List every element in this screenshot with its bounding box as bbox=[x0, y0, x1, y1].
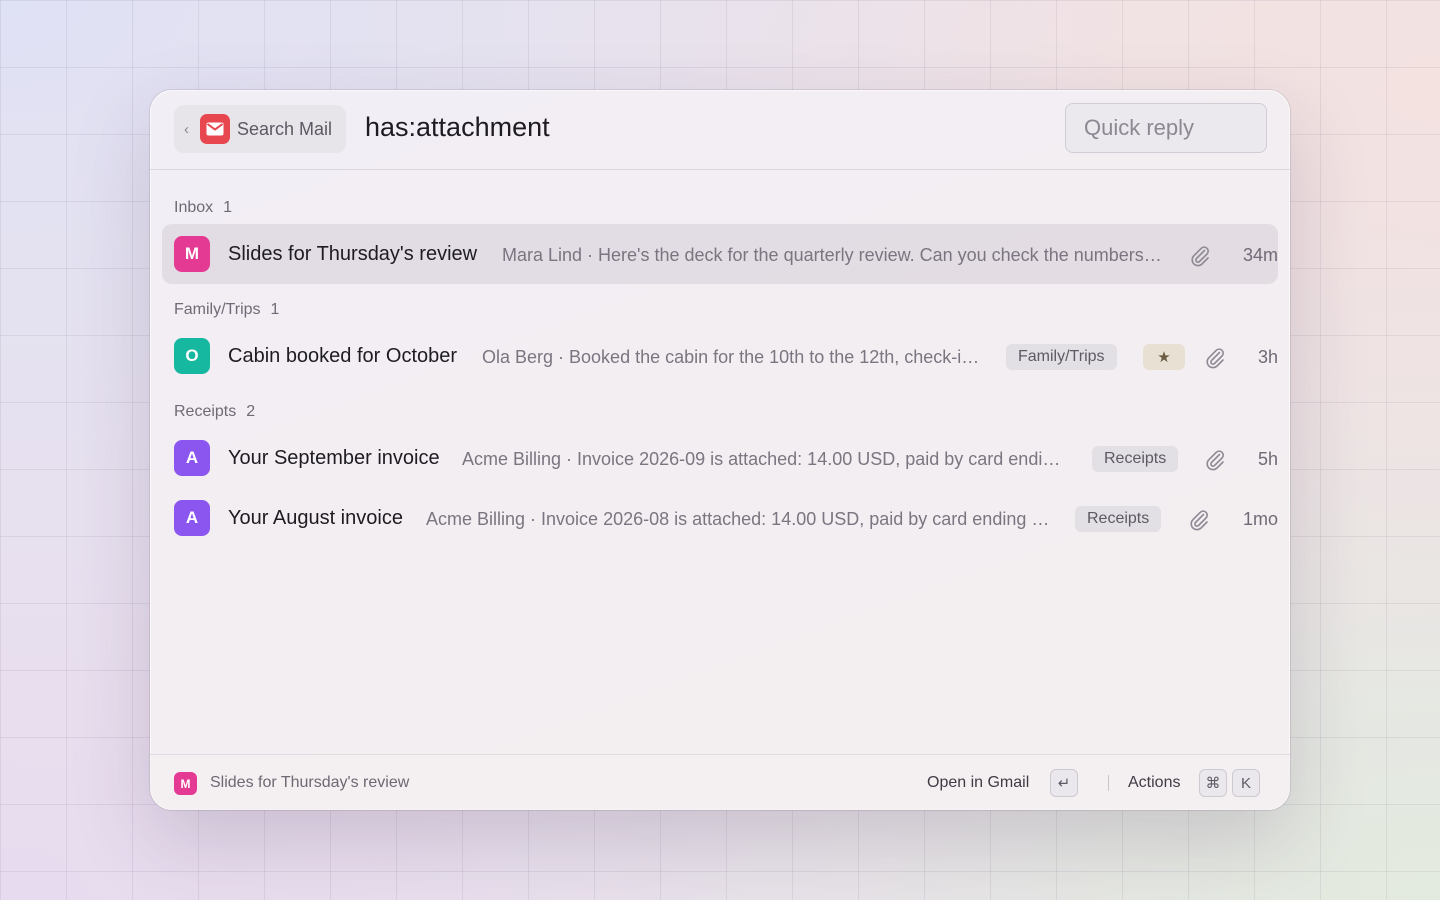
avatar: M bbox=[174, 236, 210, 272]
email-time: 1mo bbox=[1242, 509, 1278, 529]
email-preview: Acme Billing · Invoice 2026-09 is attach… bbox=[462, 449, 1066, 469]
section-header-family-trips: Family/Trips 1 bbox=[174, 301, 279, 319]
section-count: 1 bbox=[270, 301, 280, 318]
extension-back-button[interactable]: ‹ Search Mail bbox=[174, 105, 346, 153]
list-item[interactable]: A Your September invoice Acme Billing · … bbox=[162, 428, 1278, 488]
email-time: 34m bbox=[1242, 245, 1278, 265]
gmail-envelope-icon bbox=[200, 114, 230, 144]
label-tag: Receipts bbox=[1075, 506, 1162, 532]
section-title: Inbox bbox=[174, 199, 214, 216]
email-time: 3h bbox=[1257, 347, 1278, 367]
action-bar: M Slides for Thursday's review Open in G… bbox=[150, 754, 1290, 810]
label-tag: Receipts bbox=[1092, 446, 1179, 472]
command-key-icon: ⌘ bbox=[1199, 769, 1227, 797]
paperclip-icon bbox=[1206, 348, 1224, 369]
email-preview: Ola Berg · Booked the cabin for the 10th… bbox=[482, 347, 984, 367]
quick-reply-input[interactable]: Quick reply bbox=[1065, 103, 1267, 153]
avatar: A bbox=[174, 500, 210, 536]
open-in-gmail-button[interactable]: Open in Gmail bbox=[927, 774, 1029, 792]
email-preview: Mara Lind · Here's the deck for the quar… bbox=[502, 245, 1162, 265]
raycast-window: ‹ Search Mail has:attachment Quick reply… bbox=[150, 90, 1290, 810]
label-tag: Family/Trips bbox=[1006, 344, 1117, 370]
actions-button[interactable]: Actions bbox=[1128, 774, 1180, 792]
search-input[interactable]: has:attachment bbox=[365, 112, 550, 143]
section-count: 2 bbox=[246, 403, 256, 420]
email-subject: Your August invoice bbox=[228, 507, 403, 529]
paperclip-icon bbox=[1206, 450, 1224, 471]
star-icon: ★ bbox=[1143, 344, 1185, 370]
chevron-left-icon[interactable]: ‹ bbox=[184, 121, 198, 138]
k-key-icon: K bbox=[1232, 769, 1260, 797]
search-header: ‹ Search Mail has:attachment Quick reply bbox=[150, 90, 1290, 170]
section-header-receipts: Receipts 2 bbox=[174, 403, 255, 421]
email-subject: Cabin booked for October bbox=[228, 345, 458, 367]
divider bbox=[1108, 775, 1109, 791]
avatar: O bbox=[174, 338, 210, 374]
email-preview: Acme Billing · Invoice 2026-08 is attach… bbox=[426, 509, 1056, 529]
email-subject: Slides for Thursday's review bbox=[228, 243, 478, 265]
section-title: Family/Trips bbox=[174, 301, 261, 318]
list-item[interactable]: O Cabin booked for October Ola Berg · Bo… bbox=[162, 326, 1278, 386]
list-item[interactable]: M Slides for Thursday's review Mara Lind… bbox=[162, 224, 1278, 284]
paperclip-icon bbox=[1190, 510, 1208, 531]
section-header-inbox: Inbox 1 bbox=[174, 199, 232, 217]
email-subject: Your September invoice bbox=[228, 447, 440, 469]
avatar: M bbox=[174, 772, 197, 795]
section-title: Receipts bbox=[174, 403, 237, 420]
extension-label: Search Mail bbox=[237, 118, 333, 139]
return-key-icon: ↵ bbox=[1050, 769, 1078, 797]
section-count: 1 bbox=[223, 199, 233, 216]
selected-item-title: Slides for Thursday's review bbox=[210, 774, 410, 791]
email-time: 5h bbox=[1257, 449, 1278, 469]
paperclip-icon bbox=[1191, 246, 1209, 267]
avatar: A bbox=[174, 440, 210, 476]
list-item[interactable]: A Your August invoice Acme Billing · Inv… bbox=[162, 488, 1278, 548]
